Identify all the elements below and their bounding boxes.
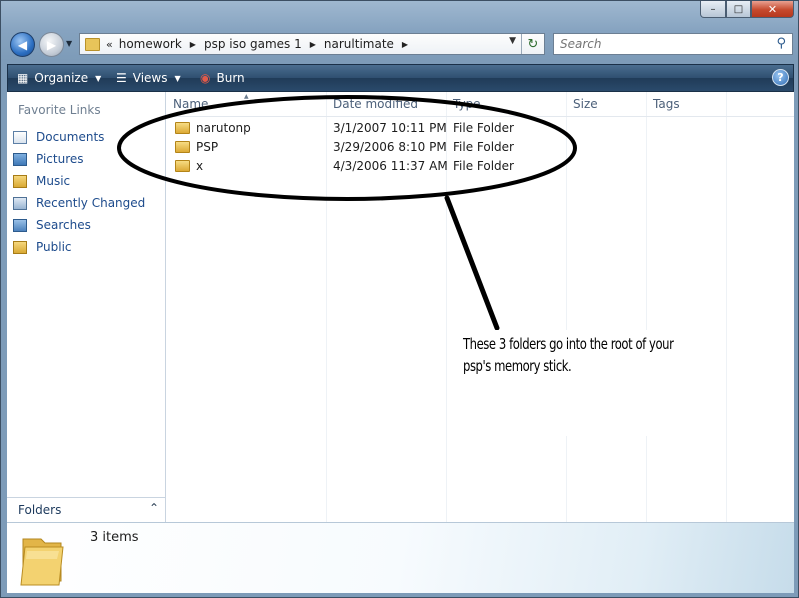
file-name-cell: PSP <box>175 137 218 156</box>
file-name-cell: narutonp <box>175 118 251 137</box>
minimize-button[interactable]: – <box>700 1 726 18</box>
folders-label: Folders <box>18 503 62 517</box>
folders-toggle[interactable]: Folders ⌃ <box>7 497 165 522</box>
favorite-link-label: Music <box>36 174 71 188</box>
column-header-label: Size <box>573 97 598 111</box>
file-list-pane: Name ▲ Date modified Type Size Tags naru… <box>166 92 794 522</box>
file-type: File Folder <box>453 158 514 173</box>
annotation-note: These 3 folders go into the root of your… <box>463 333 693 377</box>
file-type: File Folder <box>453 139 514 154</box>
details-pane: 3 items <box>7 522 794 593</box>
annotation-line: psp's memory stick. <box>463 357 572 375</box>
file-row[interactable]: PSP 3/29/2006 8:10 PM File Folder <box>166 137 794 156</box>
views-button[interactable]: ☰ Views ▼ <box>116 65 181 91</box>
file-type: File Folder <box>453 120 514 135</box>
folder-icon <box>85 37 100 51</box>
pictures-icon <box>13 152 27 166</box>
file-date: 4/3/2006 11:37 AM <box>333 158 448 173</box>
folder-icon <box>175 140 190 153</box>
breadcrumb-narultimate[interactable]: narultimate <box>324 37 394 51</box>
breadcrumb-psp-iso-games[interactable]: psp iso games 1 <box>204 37 302 51</box>
sort-up-icon: ▲ <box>244 93 249 100</box>
chevron-right-icon[interactable]: ▶ <box>190 40 196 49</box>
file-name-cell: x <box>175 156 203 175</box>
music-folder-icon <box>13 174 27 188</box>
column-header-name[interactable]: Name ▲ <box>166 92 326 116</box>
file-row[interactable]: x 4/3/2006 11:37 AM File Folder <box>166 156 794 175</box>
breadcrumb-overflow[interactable]: « <box>106 38 113 51</box>
column-header-tags[interactable]: Tags <box>646 92 726 116</box>
search-box[interactable]: ⚲ <box>553 33 793 55</box>
public-folder-icon <box>13 240 27 254</box>
views-label: Views <box>132 71 168 85</box>
explorer-window: – □ ✕ ◀ ▶ ▼ « homework ▶ psp iso games 1… <box>0 0 799 598</box>
file-name: PSP <box>196 139 219 154</box>
favorite-link-label: Documents <box>36 130 105 144</box>
chevron-right-icon[interactable]: ▶ <box>402 40 408 49</box>
documents-icon <box>13 130 27 144</box>
recent-pages-dropdown[interactable]: ▼ <box>66 39 76 49</box>
chevron-up-icon[interactable]: ⌃ <box>149 501 159 515</box>
address-dropdown-icon[interactable]: ▼ <box>509 36 516 46</box>
favorite-link-label: Pictures <box>36 152 84 166</box>
file-row[interactable]: narutonp 3/1/2007 10:11 PM File Folder <box>166 118 794 137</box>
help-button[interactable]: ? <box>772 69 789 86</box>
column-header-label: Date modified <box>333 97 419 111</box>
search-icon[interactable]: ⚲ <box>776 36 786 51</box>
recently-changed-icon <box>13 196 27 210</box>
chevron-right-icon[interactable]: ▶ <box>310 40 316 49</box>
column-header-date-modified[interactable]: Date modified <box>326 92 446 116</box>
command-bar: ▦ Organize ▼ ☰ Views ▼ ◉ Burn ? <box>7 64 794 92</box>
large-folder-icon <box>20 538 64 586</box>
column-header-label: Type <box>453 97 481 111</box>
burn-button[interactable]: ◉ Burn <box>200 65 245 91</box>
favorite-link-label: Searches <box>36 218 91 232</box>
favorite-link-public[interactable]: Public <box>13 236 145 258</box>
annotation-line: These 3 folders go into the root of your <box>463 335 674 353</box>
burn-disc-icon: ◉ <box>200 71 211 85</box>
burn-label: Burn <box>216 71 245 85</box>
back-button[interactable]: ◀ <box>10 32 35 57</box>
close-button[interactable]: ✕ <box>751 1 794 18</box>
organize-button[interactable]: ▦ Organize ▼ <box>17 65 101 91</box>
file-date: 3/1/2007 10:11 PM <box>333 120 447 135</box>
favorite-link-music[interactable]: Music <box>13 170 145 192</box>
maximize-button[interactable]: □ <box>726 1 751 18</box>
chevron-down-icon: ▼ <box>174 73 181 83</box>
caption-buttons: – □ ✕ <box>700 1 794 18</box>
favorite-link-label: Recently Changed <box>36 196 146 210</box>
search-input[interactable] <box>558 36 762 52</box>
folder-icon <box>175 121 190 134</box>
favorite-link-label: Public <box>36 240 72 254</box>
favorite-link-searches[interactable]: Searches <box>13 214 145 236</box>
favorite-link-pictures[interactable]: Pictures <box>13 148 145 170</box>
favorite-link-recently-changed[interactable]: Recently Changed <box>13 192 145 214</box>
chevron-down-icon: ▼ <box>95 73 102 83</box>
favorite-link-documents[interactable]: Documents <box>13 126 145 148</box>
file-date: 3/29/2006 8:10 PM <box>333 139 447 154</box>
refresh-button[interactable]: ↻ <box>521 34 544 54</box>
column-header-type[interactable]: Type <box>446 92 566 116</box>
organize-icon: ▦ <box>17 71 29 85</box>
navigation-pane: Favorite Links Documents Pictures Music … <box>7 92 166 522</box>
back-arrow-icon: ◀ <box>17 37 28 52</box>
column-header-label: Tags <box>653 97 680 111</box>
folder-icon <box>175 159 190 172</box>
address-bar[interactable]: « homework ▶ psp iso games 1 ▶ narultima… <box>79 33 545 55</box>
forward-button[interactable]: ▶ <box>39 32 64 57</box>
forward-arrow-icon: ▶ <box>46 37 57 52</box>
refresh-icon: ↻ <box>527 36 539 52</box>
file-name: x <box>196 158 204 173</box>
favorite-links-heading: Favorite Links <box>18 103 101 117</box>
file-name: narutonp <box>196 120 251 135</box>
breadcrumb-homework[interactable]: homework <box>119 37 182 51</box>
column-header-label: Name <box>173 97 209 111</box>
column-header-size[interactable]: Size <box>566 92 646 116</box>
favorite-links-list: Documents Pictures Music Recently Change… <box>13 126 145 258</box>
organize-label: Organize <box>34 71 89 85</box>
item-count: 3 items <box>90 530 139 545</box>
views-icon: ☰ <box>116 71 127 85</box>
searches-icon <box>13 218 27 232</box>
column-header-row: Name ▲ Date modified Type Size Tags <box>166 92 794 117</box>
